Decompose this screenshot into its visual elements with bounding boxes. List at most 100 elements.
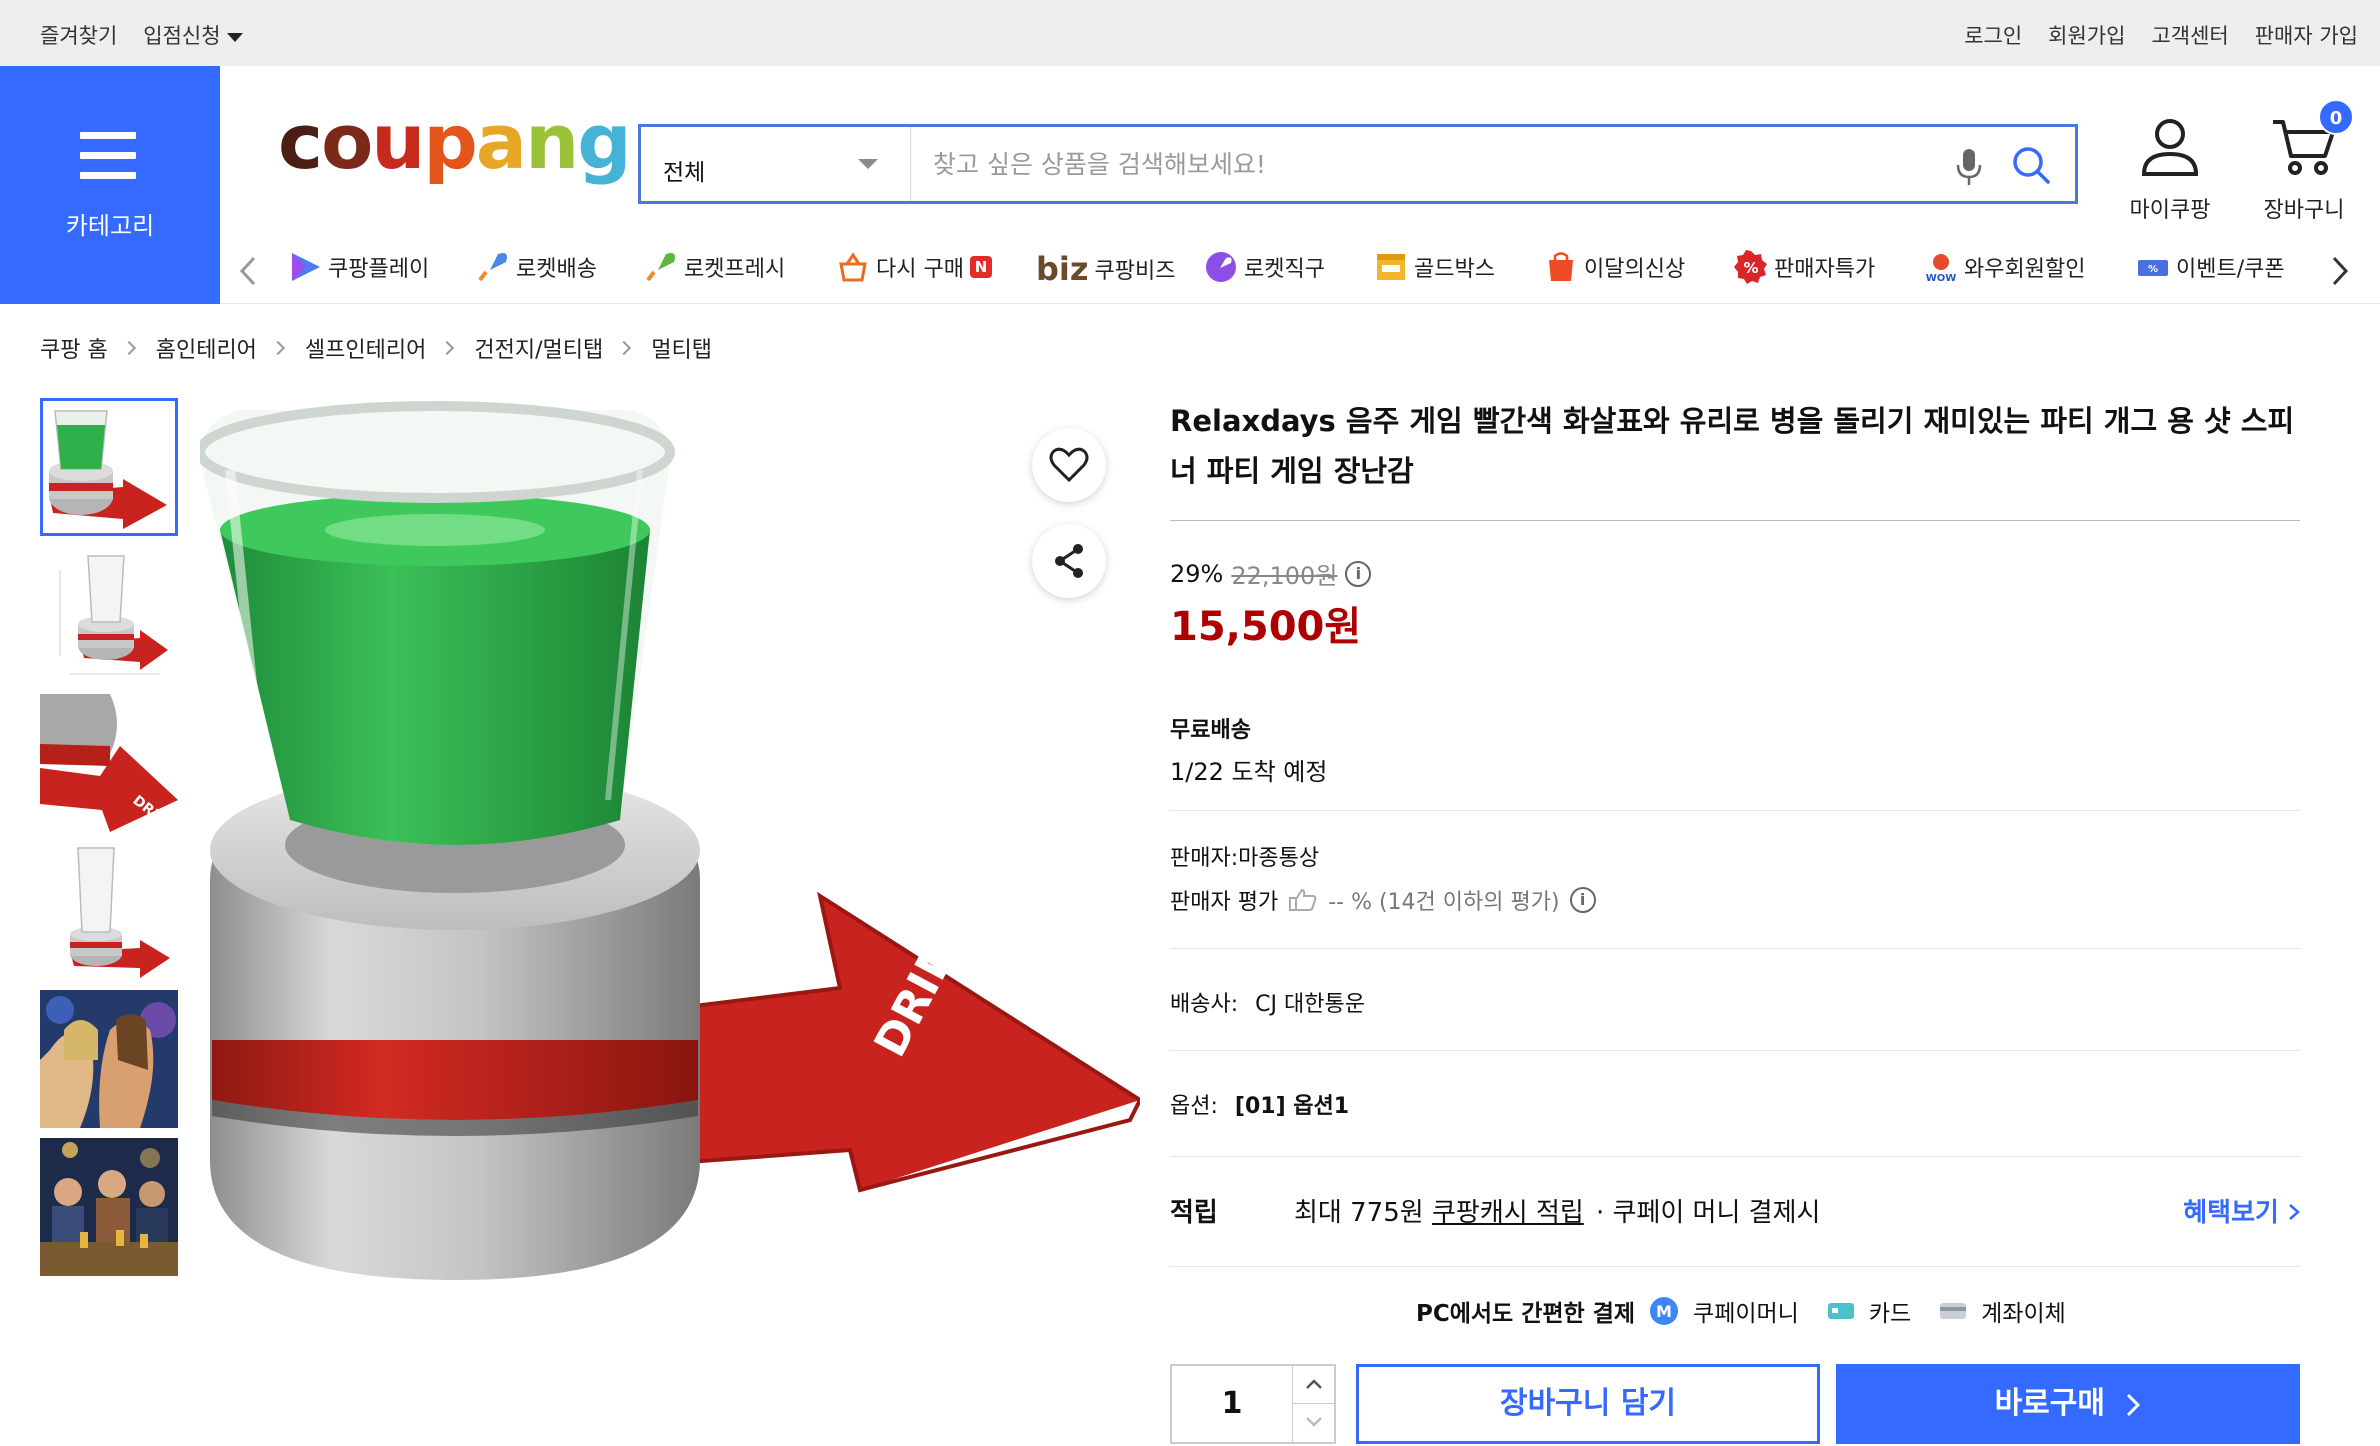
category-button[interactable]: 카테고리	[0, 66, 220, 304]
reward-link[interactable]: 쿠팡캐시 적립	[1432, 1192, 1584, 1229]
nav-item-rocket-fresh[interactable]: 로켓프레시	[644, 250, 785, 284]
quantity-decrease-button[interactable]	[1292, 1404, 1334, 1442]
option-label: 옵션:	[1170, 1094, 1218, 1119]
svg-text:%: %	[2148, 264, 2158, 275]
nav-item-goldbox[interactable]: 골드박스	[1374, 250, 1495, 284]
rocket-fresh-icon	[646, 253, 675, 282]
bank-transfer-icon	[1940, 1303, 1967, 1319]
carrier-row: 배송사: CJ 대한통운	[1170, 986, 1365, 1018]
mycoupang-label: 마이쿠팡	[2129, 198, 2211, 223]
buy-now-label: 바로구매	[1994, 1386, 2105, 1421]
nav-item-biz[interactable]: biz 쿠팡비즈	[1036, 250, 1175, 288]
cart-count-badge: 0	[2318, 99, 2354, 135]
option-row[interactable]: 옵션: [01] 옵션1	[1170, 1088, 1349, 1120]
nav-label: 로켓프레시	[684, 257, 786, 282]
nav-label: 로켓배송	[516, 257, 597, 282]
add-to-cart-button[interactable]: 장바구니 담기	[1356, 1364, 1820, 1444]
benefit-link[interactable]: 혜택보기	[2183, 1192, 2300, 1229]
coupon-icon: %	[2138, 260, 2168, 276]
info-icon[interactable]: i	[1345, 560, 1372, 587]
nav-label: 쿠팡플레이	[328, 257, 430, 282]
seller-signup-link[interactable]: 판매자 가입	[2255, 20, 2358, 50]
divider	[1170, 1156, 2300, 1157]
search-icon[interactable]	[2011, 145, 2051, 189]
reward-row: 적립 최대 775원 쿠팡캐시 적립 · 쿠페이 머니 결제시 혜택보기	[1170, 1192, 2300, 1229]
nav-item-rocket[interactable]: 로켓배송	[476, 250, 597, 284]
breadcrumb-item[interactable]: 건전지/멀티탭	[474, 332, 603, 364]
top-utility-bar: 즐겨찾기 입점신청 로그인 회원가입 고객센터 판매자 가입	[0, 0, 2380, 66]
nav-item-wow[interactable]: WOW 와우회원할인	[1924, 250, 2085, 284]
pay-method: 쿠페이머니	[1693, 1301, 1799, 1327]
seller-rating-row: 판매자 평가 -- % (14건 이하의 평가) i	[1170, 884, 1596, 916]
reward-text: 최대 775원	[1294, 1198, 1424, 1228]
cart-label: 장바구니	[2263, 198, 2345, 223]
divider	[1170, 1266, 2300, 1267]
chevron-right-icon	[2127, 1393, 2141, 1416]
product-thumbnail[interactable]: DRINK	[40, 694, 178, 832]
nav-item-coupang-play[interactable]: 쿠팡플레이	[288, 250, 429, 284]
divider	[1170, 948, 2300, 949]
svg-text:WOW: WOW	[1926, 273, 1957, 284]
divider	[1170, 1050, 2300, 1051]
product-main-image: DRINK	[200, 401, 1140, 1280]
divider	[1170, 810, 2300, 811]
seller-apply-label: 입점신청	[143, 24, 221, 48]
nav-item-seller-deal[interactable]: % 판매자특가	[1734, 250, 1875, 284]
product-thumbnail[interactable]	[40, 990, 178, 1128]
rocket-global-icon	[1206, 252, 1236, 282]
breadcrumb-item[interactable]: 쿠팡 홈	[40, 332, 108, 364]
product-thumbnail[interactable]	[40, 842, 178, 980]
favorites-link[interactable]: 즐겨찾기	[40, 20, 117, 50]
buy-now-button[interactable]: 바로구매	[1836, 1364, 2300, 1444]
new-icon	[1549, 252, 1573, 281]
coupang-logo[interactable]: coupang	[278, 104, 632, 180]
breadcrumb-item[interactable]: 홈인테리어	[156, 332, 257, 364]
product-thumbnail[interactable]	[40, 546, 178, 684]
quantity-increase-button[interactable]	[1292, 1366, 1334, 1404]
seller-apply-menu[interactable]: 입점신청	[143, 20, 243, 50]
hamburger-icon	[80, 132, 136, 192]
play-icon	[292, 253, 320, 281]
wishlist-button[interactable]	[1032, 428, 1106, 502]
caret-down-icon	[226, 32, 243, 42]
nav-item-new[interactable]: 이달의신상	[1544, 250, 1685, 284]
nav-divider	[220, 303, 2380, 304]
new-badge: N	[969, 256, 992, 278]
percent-icon: %	[1734, 250, 1767, 284]
category-nav: 쿠팡플레이 로켓배송 로켓프레시 다시 구매 N biz 쿠팡비즈 로켓직구 골…	[220, 232, 2380, 304]
nav-label: 로켓직구	[1244, 257, 1325, 282]
search-scope-select[interactable]: 전체	[641, 127, 911, 201]
mycoupang-button[interactable]: 마이쿠팡	[2120, 116, 2220, 224]
nav-item-rocket-global[interactable]: 로켓직구	[1204, 250, 1325, 284]
pay-method: 계좌이체	[1981, 1301, 2066, 1327]
product-thumbnail[interactable]	[40, 1138, 178, 1276]
search-input[interactable]	[931, 143, 1931, 185]
nav-item-event-coupon[interactable]: % 이벤트/쿠폰	[2136, 250, 2312, 284]
nav-label: 골드박스	[1414, 257, 1495, 282]
divider	[1170, 520, 2300, 521]
seller-name[interactable]: 판매자:마종통상	[1170, 840, 1319, 872]
discount-rate: 29%	[1170, 559, 1224, 588]
search-bar: 전체	[638, 124, 2078, 204]
customer-center-link[interactable]: 고객센터	[2151, 20, 2228, 50]
share-button[interactable]	[1032, 524, 1106, 598]
biz-icon: biz	[1036, 250, 1089, 288]
quantity-value[interactable]: 1	[1172, 1366, 1292, 1442]
nav-next-icon[interactable]	[2330, 256, 2350, 286]
quantity-stepper[interactable]: 1	[1170, 1364, 1336, 1444]
product-thumbnail[interactable]	[40, 398, 178, 536]
nav-item-rebuy[interactable]: 다시 구매 N	[836, 250, 992, 284]
breadcrumb-item[interactable]: 셀프인테리어	[305, 332, 426, 364]
signup-link[interactable]: 회원가입	[2048, 20, 2125, 50]
nav-prev-icon[interactable]	[238, 256, 258, 286]
info-icon[interactable]: i	[1569, 887, 1596, 913]
chevron-up-icon	[1306, 1379, 1322, 1389]
microphone-icon[interactable]	[1955, 147, 1983, 191]
login-link[interactable]: 로그인	[1964, 20, 2022, 50]
pay-method: 카드	[1868, 1301, 1912, 1327]
sale-price: 15,500원	[1170, 604, 1362, 650]
pc-pay-row: PC에서도 간편한 결제 M 쿠페이머니 카드 계좌이체	[1416, 1294, 2066, 1328]
breadcrumb-item[interactable]: 멀티탭	[651, 332, 712, 364]
chevron-right-icon	[440, 340, 455, 356]
reward-label: 적립	[1170, 1198, 1218, 1228]
